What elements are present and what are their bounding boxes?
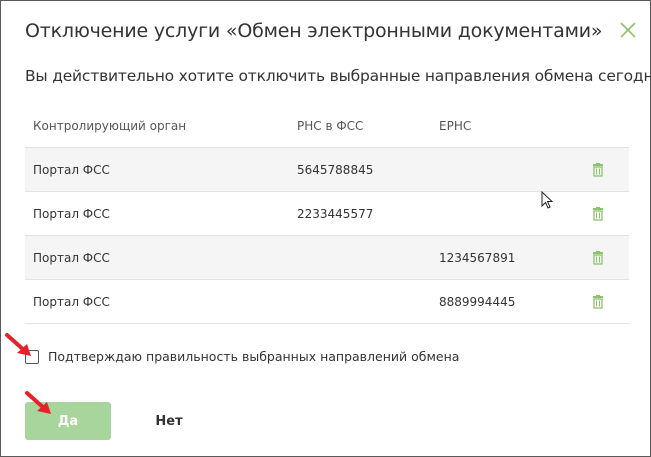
red-arrow-icon [25, 391, 51, 414]
dialog-title: Отключение услуги «Обмен электронными до… [25, 20, 603, 42]
table-row: Портал ФСС 5645788845 [25, 147, 629, 191]
cell-rns: 5645788845 [297, 162, 374, 177]
mouse-cursor-icon [541, 191, 554, 209]
confirmation-question: Вы действительно хотите отключить выбран… [25, 67, 651, 85]
cell-authority: Портал ФСС [33, 250, 110, 265]
cell-authority: Портал ФСС [33, 162, 110, 177]
red-arrow-icon [5, 333, 31, 356]
close-button[interactable] [616, 18, 640, 42]
header-erns: ЕРНС [439, 119, 472, 133]
cell-erns: 1234567891 [439, 250, 516, 265]
table-row: Портал ФСС 8889994445 [25, 279, 629, 324]
table-header: Контролирующий орган РНС в ФСС ЕРНС [25, 105, 629, 147]
close-icon [620, 22, 636, 38]
confirm-label: Подтверждаю правильность выбранных напра… [48, 349, 460, 364]
trash-icon[interactable] [591, 206, 605, 221]
directions-table: Контролирующий орган РНС в ФСС ЕРНС Порт… [25, 105, 629, 324]
trash-icon[interactable] [591, 250, 605, 265]
cell-rns: 2233445577 [297, 206, 374, 221]
no-button[interactable]: Нет [141, 402, 197, 440]
header-rns: РНС в ФСС [297, 119, 364, 133]
dialog: Отключение услуги «Обмен электронными до… [0, 0, 651, 457]
cell-authority: Портал ФСС [33, 206, 110, 221]
cell-authority: Портал ФСС [33, 294, 110, 309]
header-authority: Контролирующий орган [33, 119, 187, 133]
table-row: Портал ФСС 1234567891 [25, 235, 629, 279]
trash-icon[interactable] [591, 162, 605, 177]
table-row: Портал ФСС 2233445577 [25, 191, 629, 235]
trash-icon[interactable] [591, 294, 605, 309]
confirm-row: Подтверждаю правильность выбранных напра… [25, 349, 459, 364]
cell-erns: 8889994445 [439, 294, 516, 309]
